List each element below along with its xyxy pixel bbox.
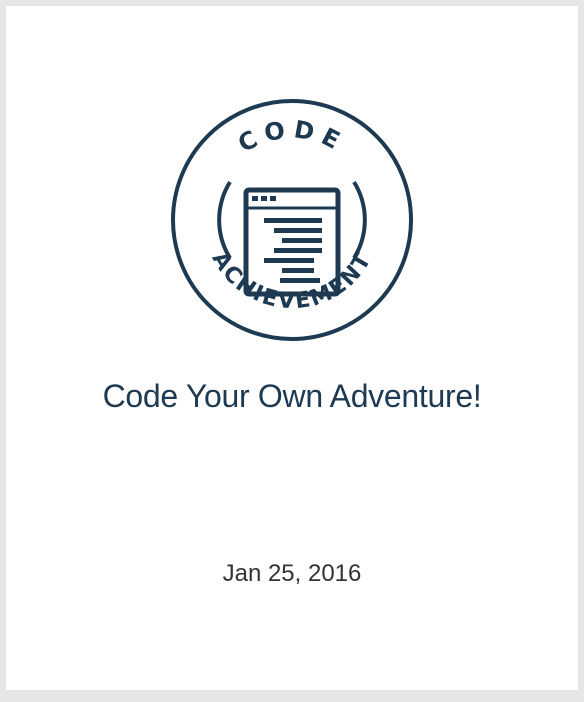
achievement-title: Code Your Own Adventure! xyxy=(102,378,482,414)
code-achievement-badge: CODE ACHIEVEMENT xyxy=(170,98,414,342)
badge-graphic: CODE ACHIEVEMENT xyxy=(171,99,413,341)
badge-top-text: CODE xyxy=(234,115,351,158)
badge-inner-arc-right xyxy=(352,180,367,260)
achievement-date: Jan 25, 2016 xyxy=(222,560,362,587)
badge-inner-arc-left xyxy=(217,180,232,260)
code-window-icon xyxy=(243,187,341,297)
